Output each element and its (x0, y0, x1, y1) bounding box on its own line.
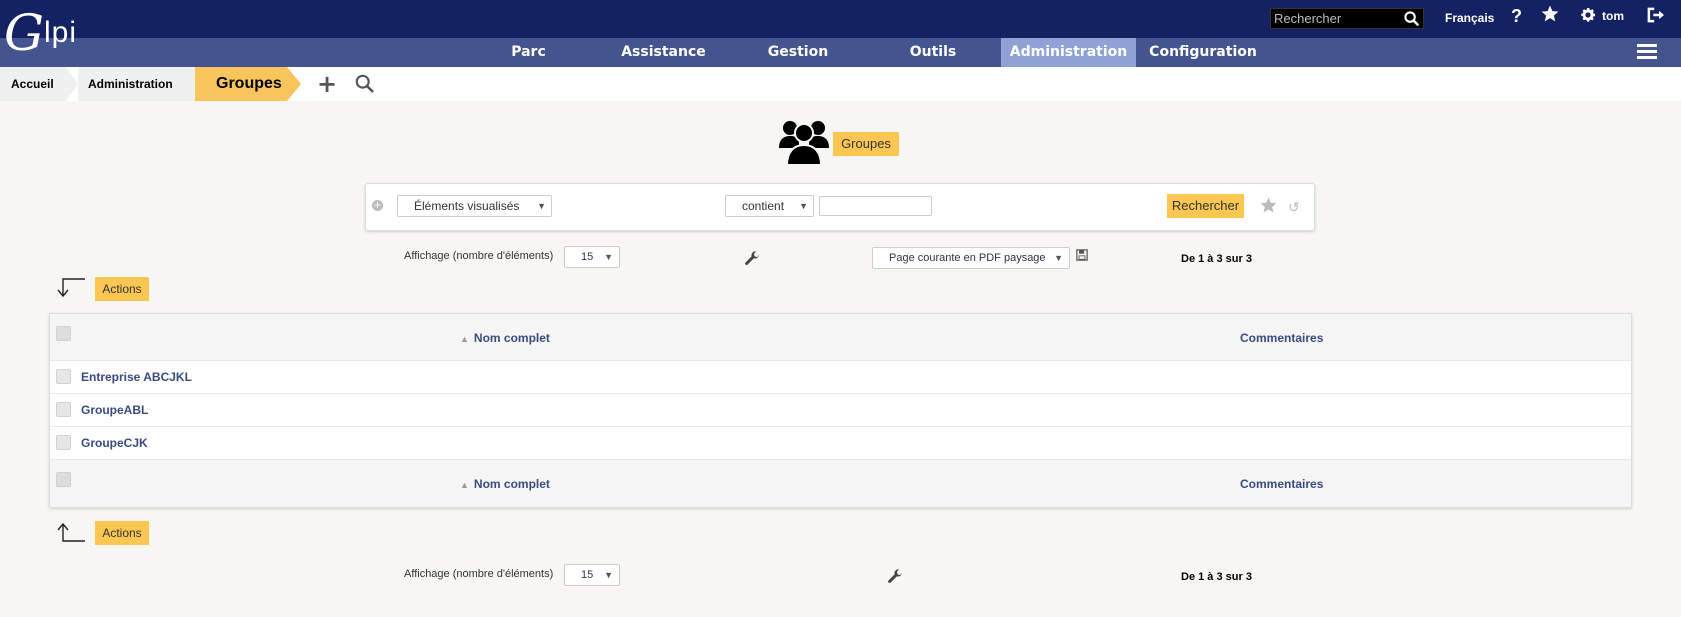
breadcrumb-current[interactable]: Groupes (195, 67, 287, 101)
search-operator-select[interactable]: contient ▼ (725, 195, 814, 217)
breadcrumb-current-arrow (287, 67, 301, 101)
breadcrumb-administration[interactable]: Administration (78, 67, 195, 101)
logo-letters-lpi: lpi (44, 16, 78, 49)
nav-outils[interactable]: Outils (888, 38, 978, 67)
reset-icon[interactable]: ↺ (1288, 200, 1300, 216)
per-page-select-bottom[interactable]: 15 ▼ (564, 564, 620, 586)
wrench-icon-bottom[interactable] (886, 568, 904, 589)
per-page-value-top: 15 (581, 251, 594, 263)
pager-count-top: De 1 à 3 sur 3 (1181, 253, 1252, 265)
top-bar (0, 0, 1681, 38)
per-page-value-bottom: 15 (581, 569, 594, 581)
add-criterion-icon[interactable]: + (372, 200, 383, 211)
group-link[interactable]: Entreprise ABCJKL (81, 370, 192, 384)
search-value-input[interactable] (819, 196, 932, 216)
star-icon[interactable] (1540, 4, 1560, 27)
table-header-row: ▲ Nom complet Commentaires (50, 314, 1631, 361)
search-button[interactable]: Rechercher (1167, 194, 1244, 218)
group-link[interactable]: GroupeCJK (81, 436, 148, 450)
export-format-select[interactable]: Page courante en PDF paysage ▼ (872, 247, 1070, 269)
groups-icon (779, 118, 829, 169)
pager-label-top: Affichage (nombre d'éléments) (404, 250, 554, 262)
glpi-logo[interactable]: G lpi (4, 6, 96, 60)
user-menu[interactable]: tom (1602, 9, 1624, 23)
global-search-input[interactable] (1271, 9, 1397, 28)
column-footer-comments[interactable]: Commentaires (1240, 477, 1323, 491)
global-search (1270, 8, 1424, 29)
gear-icon[interactable] (1579, 6, 1597, 27)
groups-table: ▲ Nom complet Commentaires Entreprise ABC… (49, 313, 1632, 508)
breadcrumb-separator (66, 67, 78, 101)
table-row: Entreprise ABCJKL (50, 361, 1631, 394)
add-icon[interactable]: + (317, 72, 337, 96)
actions-button-top[interactable]: Actions (95, 277, 149, 301)
actions-arrow-up-icon (57, 522, 87, 545)
export-format-value: Page courante en PDF paysage (889, 252, 1046, 264)
nav-assistance[interactable]: Assistance (617, 38, 710, 67)
row-checkbox[interactable] (56, 402, 71, 417)
select-all-checkbox[interactable] (56, 326, 71, 341)
column-footer-name[interactable]: ▲ Nom complet (460, 477, 550, 491)
per-page-select-top[interactable]: 15 ▼ (564, 246, 620, 268)
nav-gestion[interactable]: Gestion (752, 38, 844, 67)
column-footer-name-label: Nom complet (473, 477, 550, 491)
table-row: GroupeCJK (50, 427, 1631, 460)
help-icon[interactable]: ? (1511, 6, 1522, 27)
logout-icon[interactable] (1645, 6, 1665, 27)
save-icon[interactable] (1076, 249, 1088, 264)
actions-button-bottom[interactable]: Actions (95, 521, 149, 545)
breadcrumb-home[interactable]: Accueil (0, 67, 66, 101)
page-title: Groupes (833, 132, 899, 156)
wrench-icon[interactable] (743, 250, 761, 271)
select-all-checkbox-footer[interactable] (56, 472, 71, 487)
table-row: GroupeABL (50, 394, 1631, 427)
column-header-name[interactable]: ▲ Nom complet (460, 331, 550, 345)
row-checkbox[interactable] (56, 369, 71, 384)
table-footer-row: ▲ Nom complet Commentaires (50, 460, 1631, 507)
search-operator-value: contient (742, 199, 785, 213)
nav-configuration[interactable]: Configuration (1143, 38, 1263, 67)
actions-arrow-down-icon (57, 278, 87, 301)
menu-icon[interactable] (1637, 44, 1657, 60)
column-header-comments[interactable]: Commentaires (1240, 331, 1323, 345)
row-checkbox[interactable] (56, 435, 71, 450)
pager-count-bottom: De 1 à 3 sur 3 (1181, 571, 1252, 583)
search-icon[interactable] (1404, 11, 1419, 29)
column-header-name-label: Nom complet (473, 331, 550, 345)
nav-parc[interactable]: Parc (490, 38, 567, 67)
search-field-value: Éléments visualisés (414, 199, 520, 213)
logo-letter-g: G (4, 4, 44, 62)
group-link[interactable]: GroupeABL (81, 403, 148, 417)
search-list-icon[interactable] (355, 74, 374, 96)
search-field-select[interactable]: Éléments visualisés ▼ (397, 195, 552, 217)
language-selector[interactable]: Français (1445, 11, 1494, 25)
pager-label-bottom: Affichage (nombre d'éléments) (404, 568, 554, 580)
save-search-star-icon[interactable] (1259, 196, 1278, 218)
nav-administration[interactable]: Administration (1001, 38, 1136, 67)
